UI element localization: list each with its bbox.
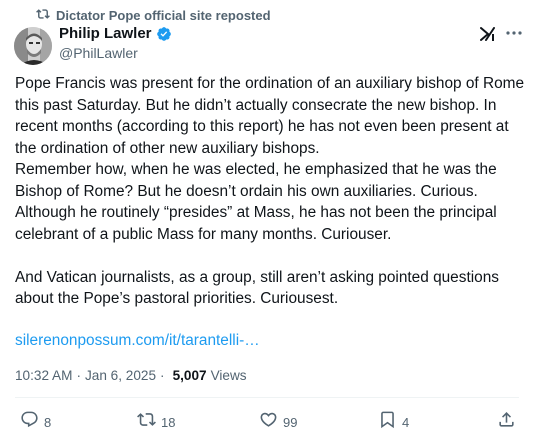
repost-button[interactable]: 18 — [137, 410, 175, 435]
tweet-text: Pope Francis was present for the ordinat… — [15, 75, 525, 307]
meta-separator: · — [76, 368, 81, 383]
repost-count: 18 — [161, 414, 176, 430]
verified-badge-icon[interactable] — [156, 26, 172, 42]
action-bar: 8 18 99 4 — [0, 410, 534, 432]
repost-banner[interactable]: Dictator Pope official site reposted — [36, 7, 271, 23]
author-handle[interactable]: @PhilLawler — [59, 44, 172, 62]
divider — [15, 397, 519, 398]
bookmark-count: 4 — [402, 414, 410, 430]
reply-count: 8 — [44, 414, 52, 430]
author-block[interactable]: Philip Lawler @PhilLawler — [59, 25, 172, 62]
reply-button[interactable]: 8 — [20, 410, 51, 435]
tweet-link[interactable]: silerenonpossum.com/it/tarantelli-… — [15, 330, 260, 351]
tweet-time[interactable]: 10:32 AM — [15, 366, 72, 386]
share-icon — [497, 410, 516, 435]
meta-separator-2: · — [160, 368, 165, 383]
share-button[interactable] — [497, 410, 516, 435]
reply-icon — [20, 410, 39, 435]
more-icon[interactable] — [505, 24, 523, 42]
bookmark-icon — [378, 410, 397, 435]
repost-banner-text: Dictator Pope official site reposted — [56, 7, 271, 23]
repost-icon — [137, 410, 156, 435]
avatar[interactable] — [14, 27, 52, 65]
grok-icon[interactable] — [480, 25, 496, 43]
like-button[interactable]: 99 — [259, 410, 297, 435]
like-icon — [259, 410, 278, 435]
tweet-meta: 10:32 AM · Jan 6, 2025 · 5,007 Views — [15, 366, 247, 386]
tweet-date[interactable]: Jan 6, 2025 — [85, 366, 156, 386]
views-label: Views — [210, 368, 247, 383]
views-count: 5,007 — [172, 368, 207, 383]
bookmark-button[interactable]: 4 — [378, 410, 409, 435]
like-count: 99 — [283, 414, 298, 430]
author-name[interactable]: Philip Lawler — [59, 25, 152, 43]
repost-small-icon — [36, 7, 50, 24]
